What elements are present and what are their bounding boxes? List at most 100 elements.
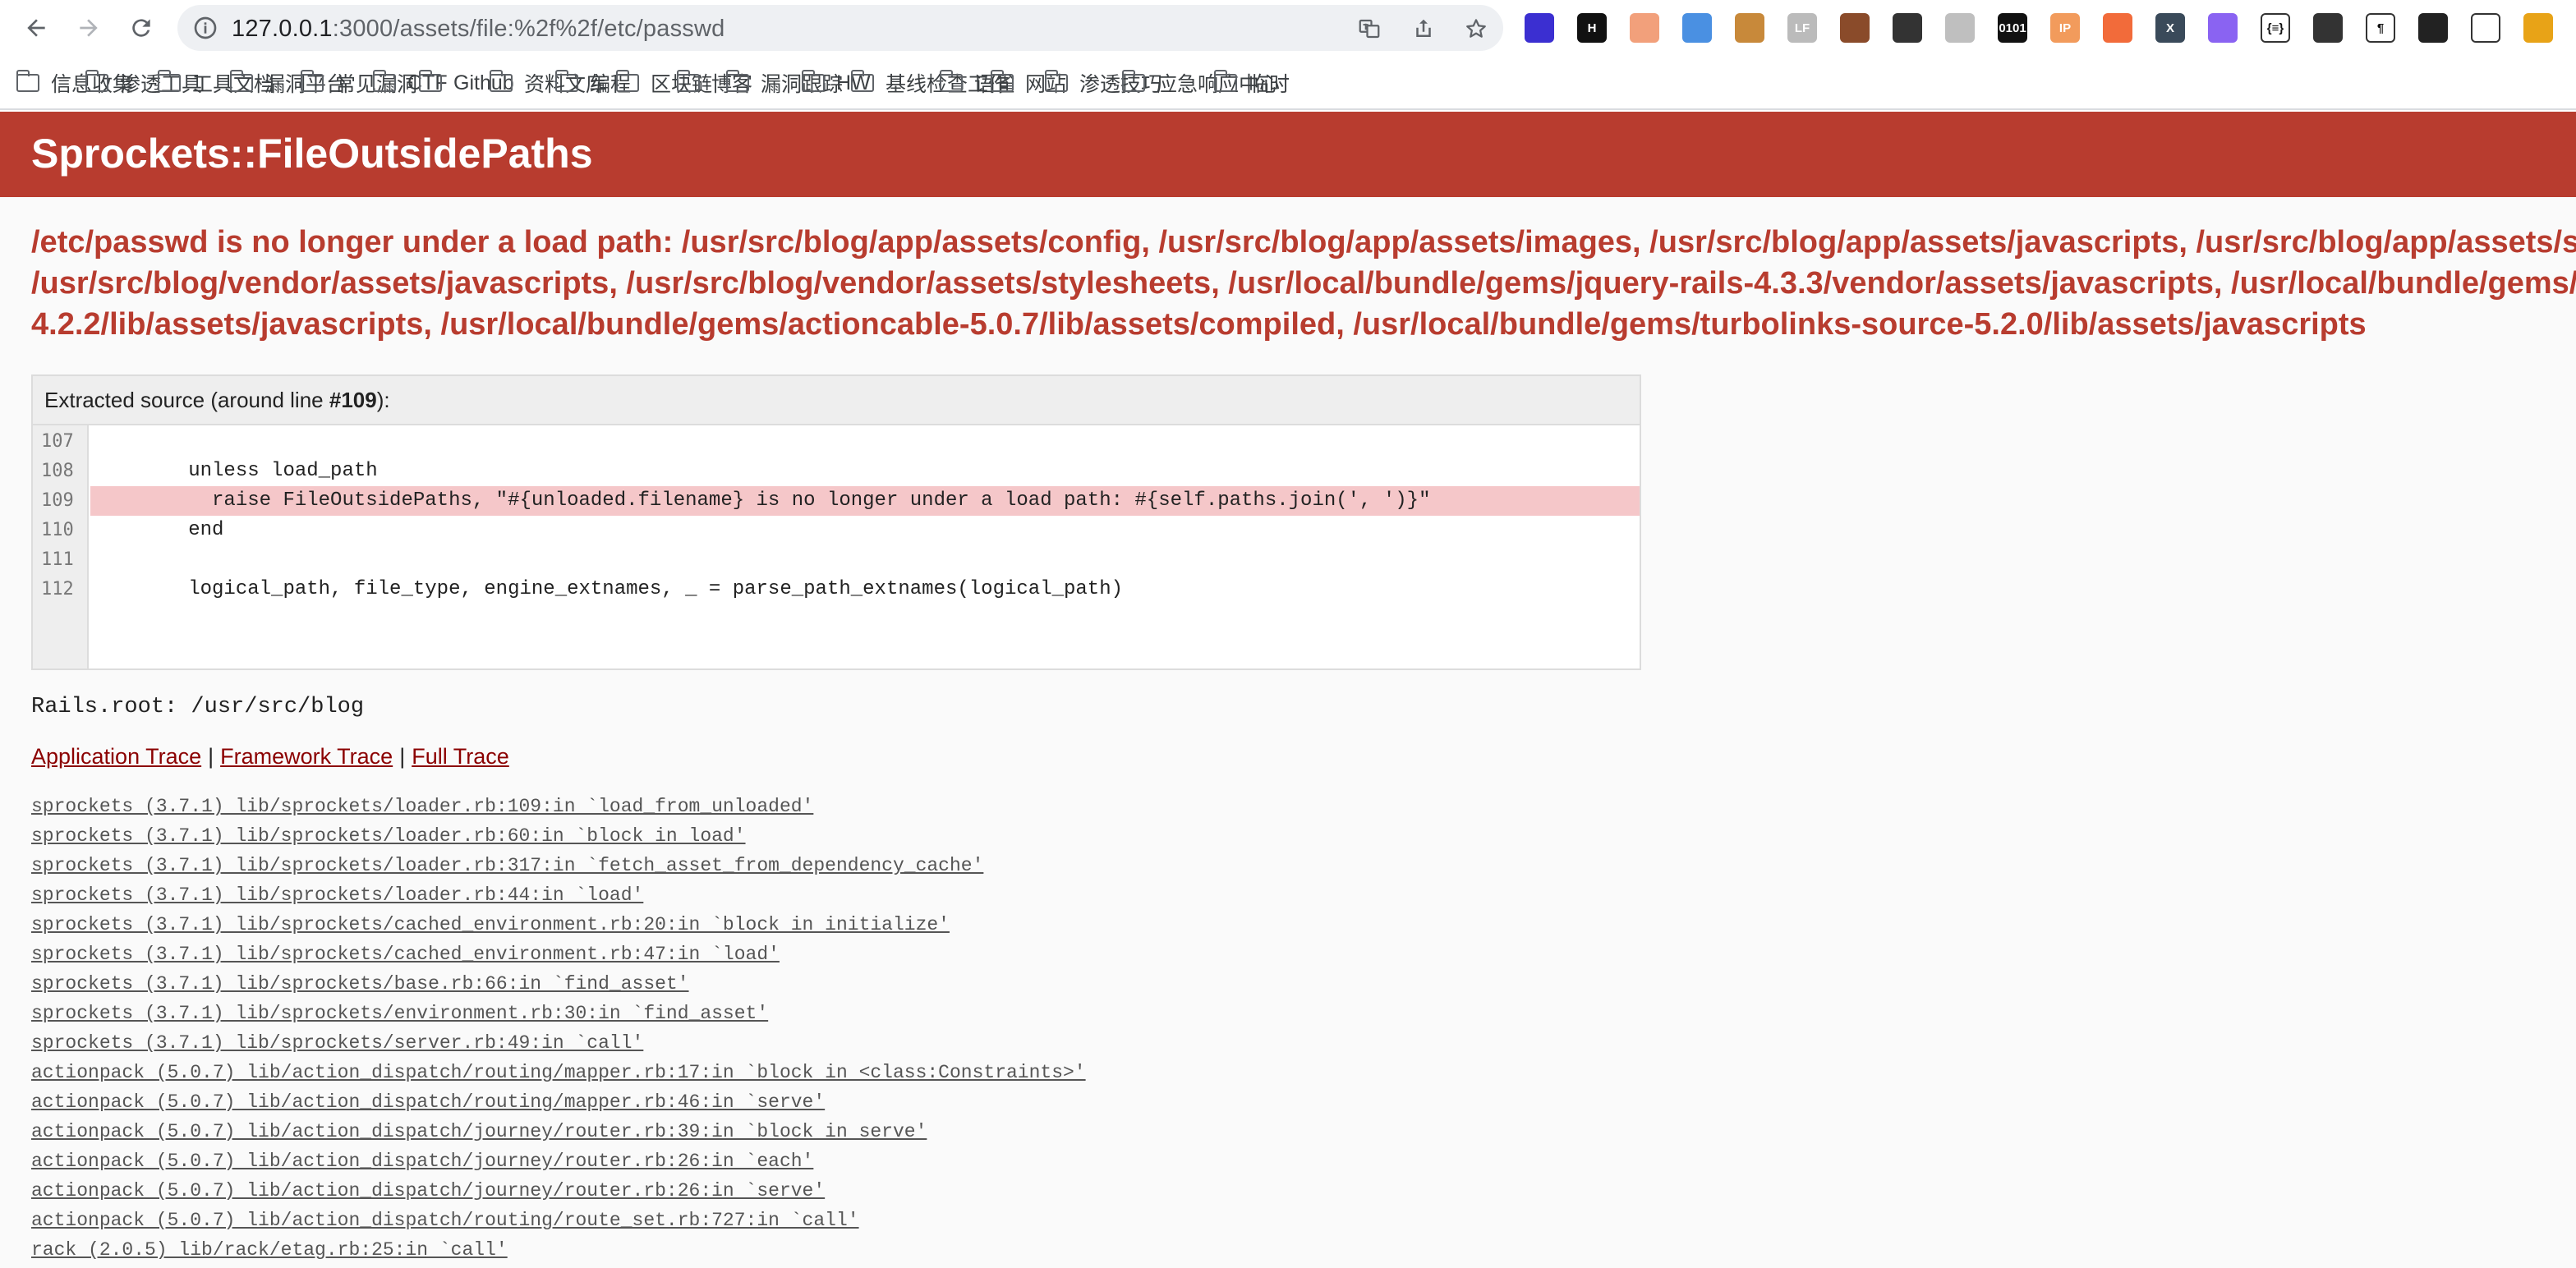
pilcrow-icon[interactable]: ¶	[2366, 13, 2395, 43]
ip-icon[interactable]: IP	[2050, 13, 2080, 43]
extension-label: {≡}	[2266, 21, 2284, 35]
folder-icon	[230, 70, 253, 92]
bookmarks-bar: 信息收集 渗透工具 工具文档 漏洞平台 常见漏洞 CTF Github 资料文库 编程 区块链 博客…	[0, 56, 2576, 110]
pin-icon[interactable]	[1682, 13, 1712, 43]
back-button[interactable]	[16, 8, 56, 48]
address-bar[interactable]: 127.0.0.1:3000/assets/file:%2f%2f/etc/pa…	[177, 5, 1503, 51]
trace-item[interactable]: actionpack (5.0.7) lib/action_dispatch/j…	[31, 1117, 1674, 1146]
layers-icon[interactable]	[1525, 13, 1554, 43]
line-number: 110	[41, 520, 74, 540]
folder-icon	[373, 70, 396, 92]
folder-icon	[802, 70, 825, 92]
folder-icon	[677, 70, 700, 92]
folder-icon	[991, 70, 1014, 92]
browser-toolbar: 127.0.0.1:3000/assets/file:%2f%2f/etc/pa…	[0, 0, 2576, 56]
source-label-suffix: ):	[376, 388, 390, 412]
cookie-editor-icon[interactable]	[1840, 13, 1870, 43]
trace-item[interactable]: sprockets (3.7.1) lib/sprockets/server.r…	[31, 1028, 1674, 1058]
lf-icon[interactable]: LF	[1787, 13, 1817, 43]
trace-item[interactable]: actionpack (5.0.7) lib/action_dispatch/j…	[31, 1146, 1674, 1176]
framework-trace-link[interactable]: Framework Trace	[220, 744, 393, 769]
translate-button[interactable]	[1355, 15, 1383, 43]
trace-list: sprockets (3.7.1) lib/sprockets/loader.r…	[31, 792, 1674, 1265]
translate-icon	[1359, 19, 1380, 39]
line-number-gutter: 107 108 109 110 111 112	[33, 425, 89, 668]
gear-ext-icon[interactable]	[1945, 13, 1975, 43]
folder-icon	[1045, 70, 1068, 92]
extensions-bar: H LF 0101 IP X {≡} ¶	[1525, 13, 2568, 43]
folder-icon	[1122, 70, 1145, 92]
extension-label: ¶	[2376, 21, 2385, 35]
trace-item[interactable]: sprockets (3.7.1) lib/sprockets/base.rb:…	[31, 969, 1674, 999]
extension-label: X	[2165, 21, 2174, 35]
mask-icon[interactable]	[1893, 13, 1922, 43]
rails-root: Rails.root: /usr/src/blog	[31, 695, 365, 719]
folder-icon	[16, 70, 39, 92]
bookmark-star-button[interactable]	[1462, 15, 1490, 43]
code-line-highlighted: raise FileOutsidePaths, "#{unloaded.file…	[90, 486, 1640, 516]
x-ext-icon[interactable]: X	[2155, 13, 2185, 43]
hat-icon[interactable]	[2313, 13, 2343, 43]
badge-icon[interactable]	[2523, 13, 2553, 43]
ring-icon[interactable]	[1630, 13, 1659, 43]
url-host: 127.0.0.1	[232, 16, 333, 42]
code-line: unless load_path	[94, 460, 378, 482]
hackbar-icon[interactable]: H	[1577, 13, 1607, 43]
trace-item[interactable]: sprockets (3.7.1) lib/sprockets/loader.r…	[31, 792, 1674, 821]
error-message-line: /etc/passwd is no longer under a load pa…	[31, 225, 2576, 260]
folder-icon	[490, 70, 513, 92]
extracted-source-label: Extracted source (around line #109):	[33, 376, 1640, 425]
line-number: 111	[41, 549, 74, 570]
hacker-icon[interactable]	[2418, 13, 2448, 43]
trace-item[interactable]: sprockets (3.7.1) lib/sprockets/loader.r…	[31, 851, 1674, 880]
back-arrow-icon	[27, 19, 45, 37]
folder-icon	[851, 70, 874, 92]
error-message: /etc/passwd is no longer under a load pa…	[31, 222, 2576, 345]
panda-icon[interactable]	[2471, 13, 2500, 43]
folder-icon	[419, 70, 442, 92]
trace-item[interactable]: rack (2.0.5) lib/rack/etag.rb:25:in `cal…	[31, 1235, 1674, 1265]
line-number: 108	[41, 461, 74, 481]
trace-item[interactable]: sprockets (3.7.1) lib/sprockets/cached_e…	[31, 910, 1674, 940]
url-path: :3000/assets/file:%2f%2f/etc/passwd	[332, 16, 725, 42]
cookie-icon[interactable]	[1735, 13, 1764, 43]
crown-icon[interactable]	[2208, 13, 2238, 43]
forward-button[interactable]	[69, 8, 108, 48]
line-number: 112	[41, 579, 74, 600]
reload-button[interactable]	[122, 8, 161, 48]
folder-icon	[555, 70, 578, 92]
trace-item[interactable]: sprockets (3.7.1) lib/sprockets/loader.r…	[31, 880, 1674, 910]
folder-icon	[616, 70, 639, 92]
trace-item[interactable]: sprockets (3.7.1) lib/sprockets/environm…	[31, 999, 1674, 1028]
url-text[interactable]: 127.0.0.1:3000/assets/file:%2f%2f/etc/pa…	[232, 16, 724, 43]
extension-label: IP	[2058, 21, 2072, 35]
reload-icon	[132, 19, 150, 37]
trace-item[interactable]: sprockets (3.7.1) lib/sprockets/cached_e…	[31, 940, 1674, 969]
source-label-prefix: Extracted source (around line	[44, 388, 329, 412]
site-info-icon[interactable]	[192, 15, 218, 41]
forward-arrow-icon	[80, 19, 98, 37]
full-trace-link[interactable]: Full Trace	[412, 744, 509, 769]
source-label-line: #109	[329, 388, 377, 412]
error-title: Sprockets::FileOutsidePaths	[31, 131, 593, 177]
trace-item[interactable]: actionpack (5.0.7) lib/action_dispatch/r…	[31, 1206, 1674, 1235]
application-trace-link[interactable]: Application Trace	[31, 744, 201, 769]
trace-item[interactable]: sprockets (3.7.1) lib/sprockets/loader.r…	[31, 821, 1674, 851]
extension-label: 0101	[1999, 21, 2026, 35]
bookmark-label: 临时	[1249, 73, 1290, 96]
lifebuoy-icon[interactable]	[2103, 13, 2132, 43]
json-icon[interactable]: {≡}	[2261, 13, 2290, 43]
code-line: logical_path, file_type, engine_extnames…	[94, 578, 1124, 600]
share-button[interactable]	[1410, 15, 1438, 43]
bookmark-folder[interactable]: 临时	[1214, 69, 1290, 97]
trace-item[interactable]: actionpack (5.0.7) lib/action_dispatch/r…	[31, 1087, 1674, 1117]
extension-label: H	[1587, 21, 1597, 35]
folder-icon	[158, 70, 181, 92]
trace-switcher: Application Trace | Framework Trace | Full T…	[31, 744, 509, 770]
trace-item[interactable]: actionpack (5.0.7) lib/action_dispatch/j…	[31, 1176, 1674, 1206]
separator: |	[208, 744, 214, 769]
trace-item[interactable]: actionpack (5.0.7) lib/action_dispatch/r…	[31, 1058, 1674, 1087]
binary-icon[interactable]: 0101	[1998, 13, 2027, 43]
